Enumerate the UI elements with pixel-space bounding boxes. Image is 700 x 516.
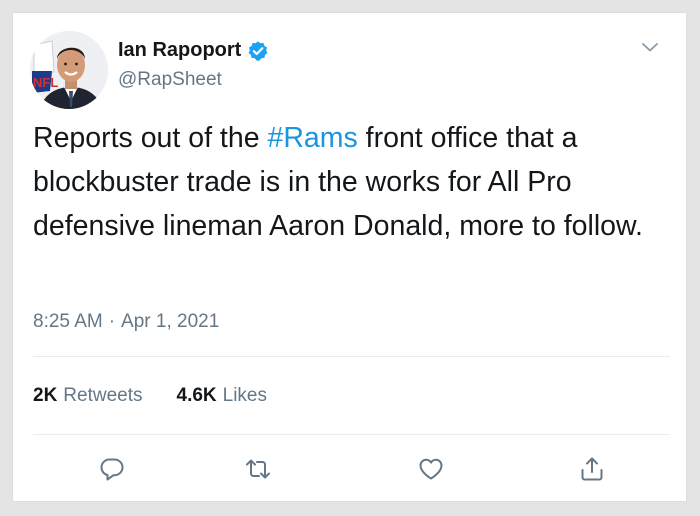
like-button[interactable]: [417, 455, 445, 483]
divider-bottom: [33, 434, 670, 435]
reply-icon: [100, 458, 124, 481]
retweet-button[interactable]: [244, 455, 272, 483]
share-button[interactable]: [578, 455, 606, 483]
retweets-label: Retweets: [63, 385, 143, 406]
engagement-stats: 2K Retweets 4.6K Likes: [33, 385, 267, 407]
likes-count: 4.6K: [176, 385, 217, 406]
share-icon: [581, 457, 603, 481]
likes-label: Likes: [222, 385, 267, 406]
hashtag-link[interactable]: #Rams: [267, 122, 357, 154]
retweets-count: 2K: [33, 385, 58, 406]
tweet-date: Apr 1, 2021: [121, 311, 220, 332]
chevron-down-icon: [642, 43, 658, 52]
author-name-row: Ian Rapoport: [118, 39, 269, 62]
retweet-icon: [246, 459, 270, 479]
divider-top: [33, 356, 670, 357]
reply-button[interactable]: [98, 455, 126, 483]
likes-stat[interactable]: 4.6K Likes: [177, 385, 268, 407]
avatar[interactable]: NFL: [30, 31, 108, 109]
action-bar: [13, 449, 686, 485]
like-icon: [419, 458, 443, 480]
tweet-card: NFL Ian Rapoport @RapSheet Reports out o…: [12, 12, 687, 502]
svg-text:NFL: NFL: [33, 75, 58, 90]
verified-badge-icon: [247, 40, 269, 62]
timestamp-separator: ·: [108, 311, 116, 332]
tweet-text: Reports out of the #Rams front office th…: [33, 116, 663, 248]
tweet-time: 8:25 AM: [33, 311, 103, 332]
tweet-text-before: Reports out of the: [33, 122, 268, 154]
tweet-timestamp[interactable]: 8:25 AM · Apr 1, 2021: [33, 311, 219, 333]
avatar-photo: NFL: [30, 31, 108, 109]
retweets-stat[interactable]: 2K Retweets: [33, 385, 143, 407]
display-name[interactable]: Ian Rapoport: [118, 39, 241, 62]
author-handle[interactable]: @RapSheet: [118, 69, 222, 91]
more-options-button[interactable]: [638, 35, 662, 59]
